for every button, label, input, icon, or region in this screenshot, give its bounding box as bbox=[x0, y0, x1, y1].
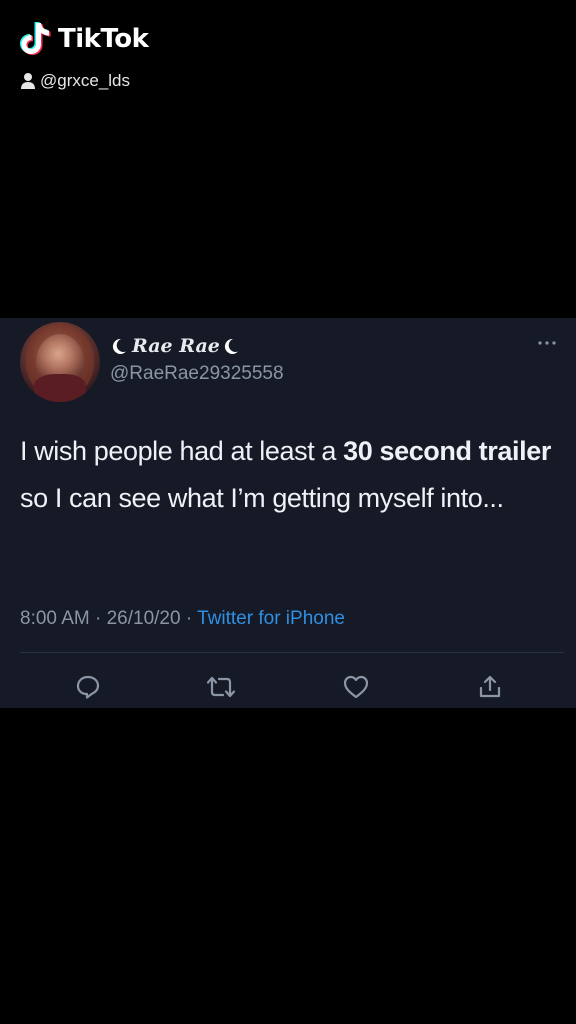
meta-separator: · bbox=[180, 608, 198, 629]
tweet-source-link[interactable]: Twitter for iPhone bbox=[197, 608, 345, 629]
display-name-text: Rae Rae bbox=[132, 335, 220, 357]
tweet-text-part: so I can see what I’m getting myself int… bbox=[20, 483, 504, 513]
tweet-time: 8:00 AM bbox=[20, 608, 90, 629]
tweet-card: Rae Rae @RaeRae29325558 I wish people ha… bbox=[0, 318, 576, 708]
username[interactable]: @RaeRae29325558 bbox=[110, 363, 284, 385]
tweet-date: 26/10/20 bbox=[106, 608, 181, 629]
share-icon bbox=[479, 675, 501, 698]
tiktok-logo: TikTok bbox=[18, 20, 149, 58]
tiktok-handle: @grxce_lds bbox=[20, 71, 130, 91]
tiktok-handle-text: @grxce_lds bbox=[40, 71, 131, 90]
tweet-text: I wish people had at least a 30 second t… bbox=[20, 428, 560, 522]
reply-icon bbox=[76, 675, 100, 699]
like-button[interactable] bbox=[341, 672, 371, 702]
person-icon bbox=[21, 73, 35, 89]
crescent-moon-icon bbox=[224, 338, 238, 354]
display-name[interactable]: Rae Rae bbox=[110, 335, 240, 357]
tweet-meta: 8:00 AM · 26/10/20 · Twitter for iPhone bbox=[20, 608, 345, 630]
retweet-icon bbox=[206, 676, 236, 698]
more-options-icon[interactable] bbox=[537, 340, 557, 346]
reply-button[interactable] bbox=[73, 672, 103, 702]
crescent-moon-icon bbox=[112, 338, 126, 354]
tiktok-video-frame: TikTok @grxce_lds Rae Rae @RaeRae2932555… bbox=[0, 0, 576, 1024]
retweet-button[interactable] bbox=[206, 672, 236, 702]
tiktok-wordmark: TikTok bbox=[58, 24, 149, 54]
share-button[interactable] bbox=[475, 672, 505, 702]
meta-separator: · bbox=[89, 608, 107, 629]
tweet-text-part: I wish people had at least a bbox=[20, 436, 344, 466]
avatar[interactable] bbox=[20, 322, 100, 402]
divider bbox=[20, 652, 564, 653]
like-icon bbox=[343, 675, 369, 699]
tweet-text-bold: 30 second trailer bbox=[343, 436, 551, 466]
tiktok-note-icon bbox=[20, 22, 51, 55]
